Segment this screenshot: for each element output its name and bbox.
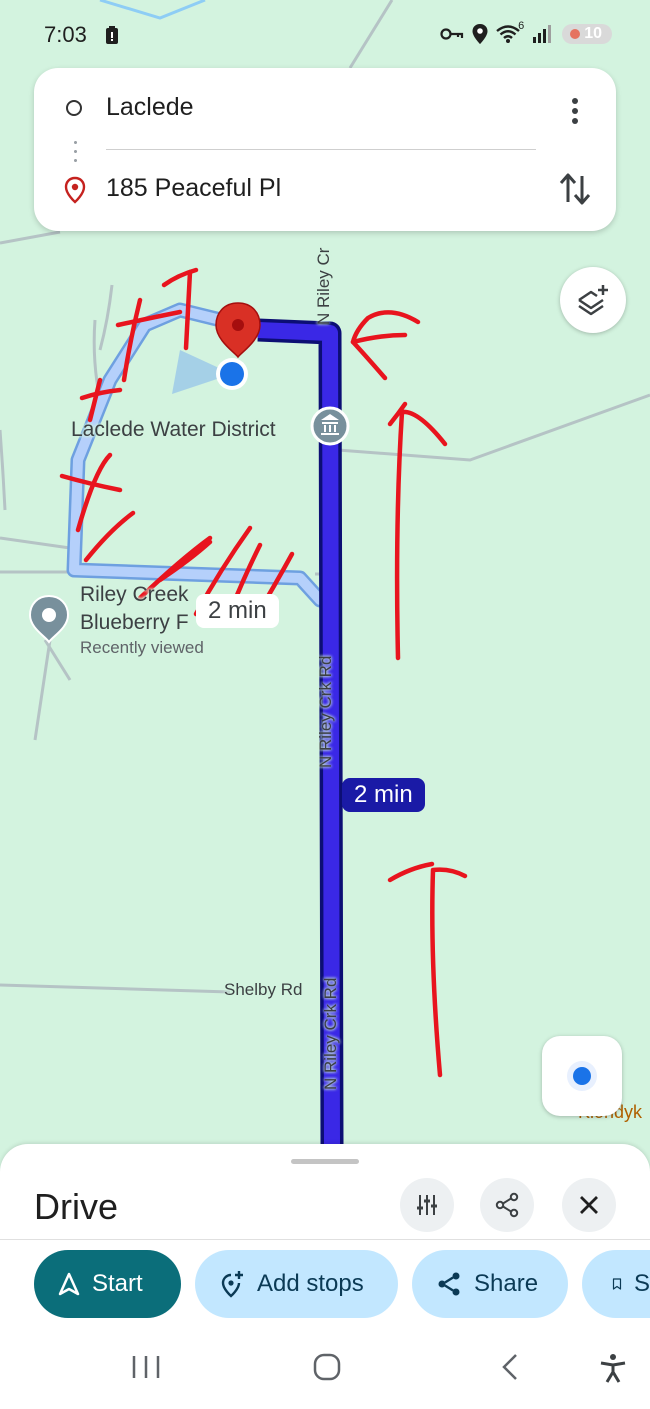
my-location-icon — [567, 1061, 597, 1091]
alt-route-time-badge[interactable]: 2 min — [196, 594, 279, 628]
directions-card: Laclede 185 Peaceful Pl — [34, 68, 616, 231]
layers-icon — [578, 285, 608, 316]
add-stops-button[interactable]: Add stops — [195, 1250, 398, 1318]
sheet-divider — [0, 1239, 650, 1240]
cell-signal-icon — [533, 25, 552, 43]
route-options-button[interactable] — [400, 1178, 454, 1232]
swap-icon[interactable] — [558, 170, 592, 208]
field-divider — [106, 149, 536, 150]
share-icon — [495, 1192, 519, 1218]
road-label-mid: N Riley Crk Rd — [316, 655, 335, 768]
riley-creek-label[interactable]: Riley Creek — [80, 583, 189, 607]
origin-field[interactable]: Laclede — [106, 93, 194, 122]
destination-field[interactable]: 185 Peaceful Pl — [106, 174, 281, 203]
tune-icon — [417, 1195, 437, 1215]
share-route-button[interactable] — [480, 1178, 534, 1232]
close-icon — [580, 1196, 598, 1214]
more-vert-icon[interactable] — [560, 94, 590, 128]
status-bar: 7:03 6 10 — [0, 0, 650, 70]
drag-handle[interactable] — [291, 1159, 359, 1164]
navigation-arrow-icon — [58, 1272, 80, 1296]
back-icon[interactable] — [494, 1352, 526, 1382]
water-district-label[interactable]: Laclede Water District — [71, 418, 276, 442]
radio-circle-icon — [66, 100, 82, 116]
sheet-title: Drive — [34, 1186, 119, 1227]
save-button[interactable]: S — [582, 1250, 650, 1318]
system-nav-bar — [0, 1330, 650, 1409]
start-label: Start — [92, 1270, 143, 1297]
location-pin-icon — [64, 176, 86, 204]
primary-route-time-badge[interactable]: 2 min — [342, 778, 425, 812]
riley-creek-label-line2[interactable]: Blueberry F — [80, 611, 189, 635]
accessibility-icon[interactable] — [597, 1352, 629, 1384]
road-label-bottom: N Riley Crk Rd — [321, 977, 340, 1090]
bookmark-icon — [612, 1278, 622, 1290]
road-label-top: N Riley Cr — [314, 247, 333, 325]
add-location-icon — [221, 1271, 243, 1298]
my-location-button[interactable] — [542, 1036, 622, 1116]
start-button[interactable]: Start — [34, 1250, 181, 1318]
battery-indicator: 10 — [562, 24, 612, 44]
share-label: Share — [474, 1270, 539, 1297]
close-directions-button[interactable] — [562, 1178, 616, 1232]
status-icons: 6 10 — [440, 20, 612, 44]
wifi-superscript: 6 — [518, 20, 525, 32]
recents-icon[interactable] — [130, 1352, 162, 1382]
location-icon — [472, 24, 488, 44]
add-stops-label: Add stops — [257, 1270, 364, 1297]
home-icon[interactable] — [311, 1352, 343, 1382]
save-label: S — [633, 1270, 650, 1297]
recently-viewed-label: Recently viewed — [80, 638, 204, 657]
layers-button[interactable] — [560, 267, 626, 333]
vpn-key-icon — [440, 28, 464, 40]
share-button[interactable]: Share — [412, 1250, 568, 1318]
battery-saver-icon — [106, 26, 118, 44]
government-poi-icon — [310, 406, 350, 446]
status-time: 7:03 — [44, 22, 87, 47]
route-dots — [74, 138, 77, 164]
wifi-icon: 6 — [496, 20, 524, 44]
battery-level: 10 — [584, 25, 602, 42]
share-icon — [438, 1272, 460, 1296]
shelby-road-label: Shelby Rd — [224, 980, 303, 999]
battery-saver-dot-icon — [570, 29, 581, 39]
